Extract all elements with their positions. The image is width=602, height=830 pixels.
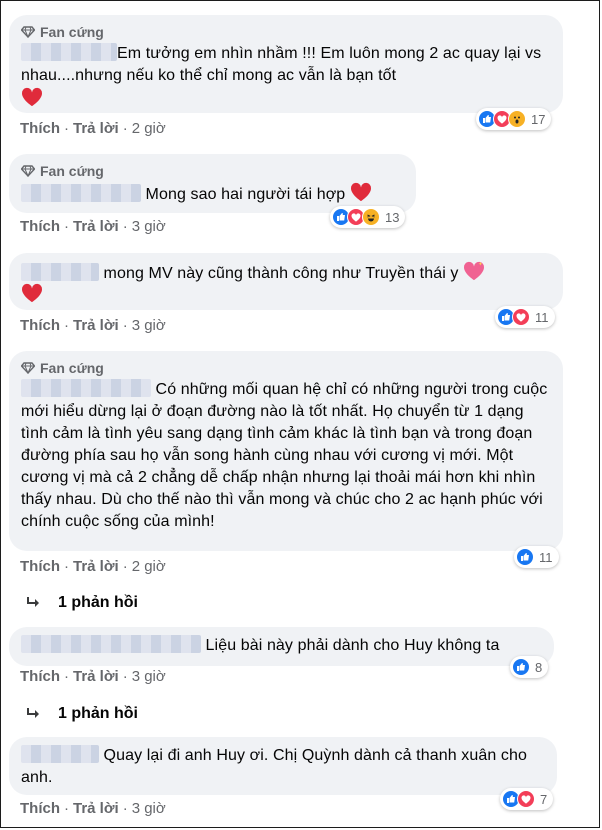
like-link[interactable]: Thích [20, 800, 60, 817]
reply-link[interactable]: Trả lời [73, 317, 119, 334]
diamond-icon [21, 362, 35, 374]
comment-bubble: Fan cứng Có những mối quan hệ chỉ có nhữ… [9, 351, 563, 551]
author-name-blurred[interactable] [21, 184, 141, 202]
replies-label: 1 phản hồi [58, 705, 138, 722]
view-replies-link[interactable]: 1 phản hồi [26, 594, 138, 612]
like-link[interactable]: Thích [20, 120, 60, 137]
top-fan-badge: Fan cứng [21, 23, 551, 41]
timestamp[interactable]: 2 giờ [132, 120, 166, 137]
comment-text: Liệu bài này phải dành cho Huy không ta [21, 635, 542, 657]
author-name-blurred[interactable] [21, 635, 201, 653]
like-icon [516, 548, 534, 566]
comment-text: mong MV này cũng thành công như Truyền t… [21, 261, 551, 285]
comment-bubble: Fan cứng Em tưởng em nhìn nhầm !!! Em lu… [9, 15, 563, 113]
timestamp[interactable]: 3 giờ [132, 317, 166, 334]
love-icon [517, 790, 535, 808]
comment-text: Mong sao hai người tái hợp [21, 182, 404, 206]
red-heart-icon [350, 182, 371, 202]
reaction-summary[interactable]: 8 [510, 656, 549, 678]
reaction-summary[interactable]: 11 [514, 546, 559, 568]
love-icon [512, 308, 530, 326]
like-link[interactable]: Thích [20, 317, 60, 334]
reply-link[interactable]: Trả lời [73, 668, 119, 685]
diamond-icon [21, 26, 35, 38]
timestamp[interactable]: 3 giờ [132, 800, 166, 817]
timestamp[interactable]: 3 giờ [132, 218, 166, 235]
top-fan-badge: Fan cứng [21, 359, 551, 377]
reaction-count: 11 [535, 309, 549, 325]
author-name-blurred[interactable] [21, 379, 151, 397]
reaction-count: 11 [539, 549, 553, 565]
red-heart-icon [21, 87, 43, 107]
badge-label: Fan cứng [40, 163, 104, 179]
reaction-summary[interactable]: 13 [330, 206, 406, 228]
reaction-count: 7 [540, 791, 548, 807]
comment-text: Em tưởng em nhìn nhầm !!! Em luôn mong 2… [21, 43, 546, 84]
comment-actions: Thích · Trả lời · 3 giờ [20, 218, 166, 235]
wow-icon [508, 110, 526, 128]
like-icon [512, 658, 530, 676]
comment-actions: Thích · Trả lời · 3 giờ [20, 668, 166, 685]
comment-actions: Thích · Trả lời · 2 giờ [20, 120, 166, 137]
reply-link[interactable]: Trả lời [73, 120, 119, 137]
comment-bubble: Fan cứng Mong sao hai người tái hợp [9, 154, 416, 213]
reaction-count: 17 [531, 111, 546, 127]
comment-bubble: Quay lại đi anh Huy ơi. Chị Quỳnh dành c… [9, 737, 557, 795]
comment-actions: Thích · Trả lời · 2 giờ [20, 558, 166, 575]
reaction-summary[interactable]: 7 [500, 788, 554, 810]
diamond-icon [21, 165, 35, 177]
comment-text: Có những mối quan hệ chỉ có những người … [21, 379, 552, 530]
reaction-count: 13 [385, 209, 400, 225]
reply-link[interactable]: Trả lời [73, 558, 119, 575]
comment-actions: Thích · Trả lời · 3 giờ [20, 800, 166, 817]
comment-text: Quay lại đi anh Huy ơi. Chị Quỳnh dành c… [21, 745, 532, 786]
like-link[interactable]: Thích [20, 218, 60, 235]
haha-icon [362, 208, 380, 226]
comment-actions: Thích · Trả lời · 3 giờ [20, 317, 166, 334]
comment-bubble: mong MV này cũng thành công như Truyền t… [9, 253, 563, 310]
reply-arrow-icon [27, 597, 39, 607]
sparkling-heart-icon [464, 261, 485, 281]
like-link[interactable]: Thích [20, 558, 60, 575]
red-heart-icon [21, 283, 43, 303]
top-fan-badge: Fan cứng [21, 162, 404, 180]
reply-link[interactable]: Trả lời [73, 218, 119, 235]
reaction-summary[interactable]: 17 [476, 108, 552, 130]
comment-bubble: Liệu bài này phải dành cho Huy không ta [9, 627, 554, 666]
author-name-blurred[interactable] [21, 43, 117, 61]
reaction-count: 8 [535, 659, 543, 675]
timestamp[interactable]: 3 giờ [132, 668, 166, 685]
like-link[interactable]: Thích [20, 668, 60, 685]
timestamp[interactable]: 2 giờ [132, 558, 166, 575]
replies-label: 1 phản hồi [58, 594, 138, 611]
reply-arrow-icon [27, 708, 39, 718]
view-replies-link[interactable]: 1 phản hồi [26, 705, 138, 723]
reply-link[interactable]: Trả lời [73, 800, 119, 817]
author-name-blurred[interactable] [21, 263, 99, 281]
badge-label: Fan cứng [40, 360, 104, 376]
reaction-summary[interactable]: 11 [495, 306, 555, 328]
author-name-blurred[interactable] [21, 745, 99, 763]
badge-label: Fan cứng [40, 24, 104, 40]
